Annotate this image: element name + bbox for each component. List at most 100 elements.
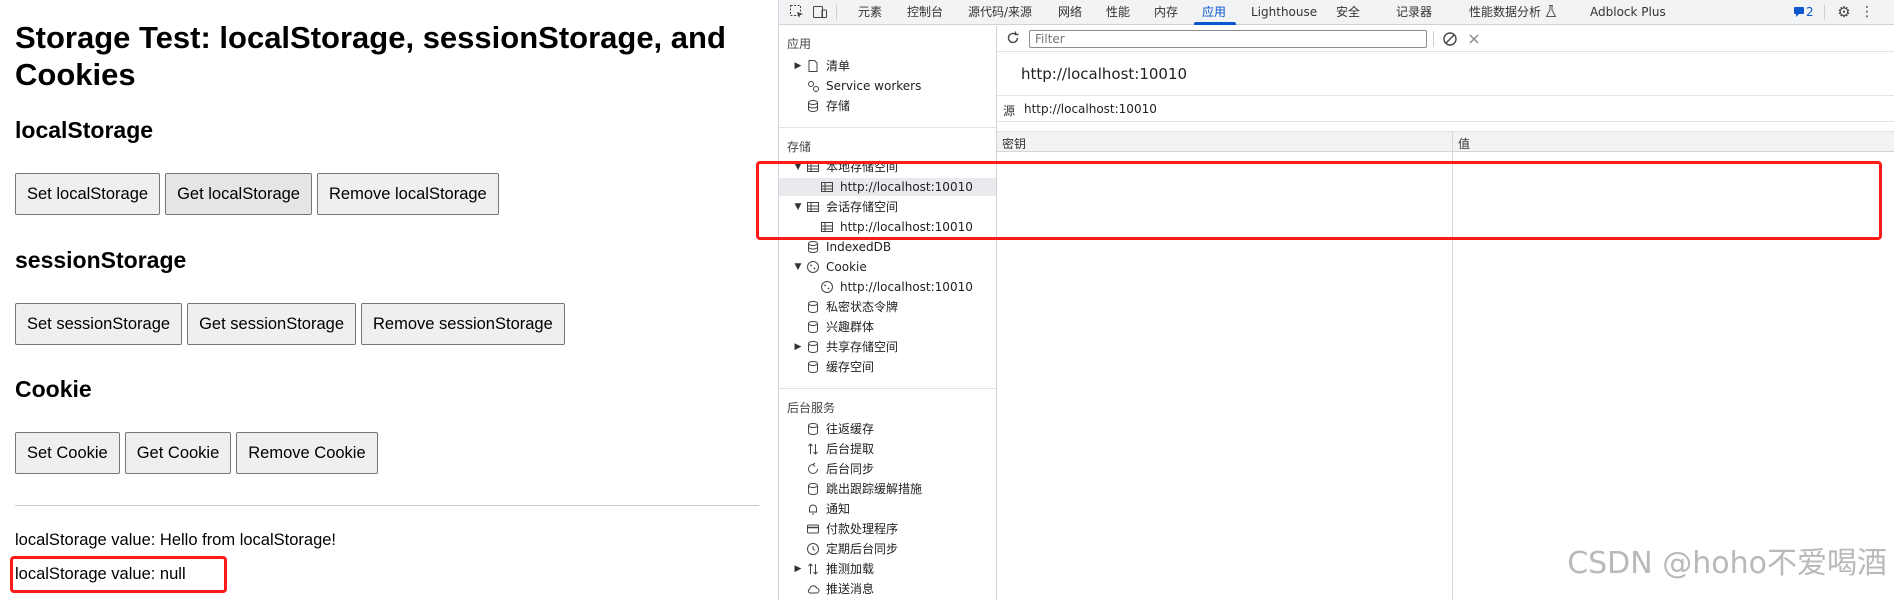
set-cookie-button[interactable]: Set Cookie [15, 432, 120, 474]
storage-main-panel: http://localhost:10010 源 http://localhos… [997, 26, 1894, 600]
active-tab-indicator [1194, 22, 1236, 25]
database-icon [808, 423, 818, 436]
up-down-arrows-icon [808, 563, 818, 575]
database-icon [808, 361, 818, 374]
database-icon [808, 241, 818, 254]
tab-lighthouse[interactable]: Lighthouse [1251, 0, 1317, 25]
section-divider [779, 127, 996, 128]
tab-adblock-plus[interactable]: Adblock Plus [1590, 0, 1666, 25]
flask-icon [1543, 4, 1559, 20]
test-page: Storage Test: localStorage, sessionStora… [0, 0, 778, 600]
refresh-icon[interactable] [1005, 30, 1021, 46]
origin-row: 源 http://localhost:10010 [997, 96, 1894, 122]
highlight-box [10, 556, 227, 593]
column-header-value[interactable]: 值 [1458, 135, 1470, 152]
toolbar-separator [836, 5, 837, 20]
highlight-box [756, 161, 1882, 240]
expand-arrow-icon[interactable]: ▶ [793, 560, 803, 578]
bell-icon [809, 504, 817, 515]
cookie-icon [807, 261, 819, 273]
gear-icon[interactable]: ⚙ [1836, 4, 1852, 20]
cookie-icon [821, 281, 833, 293]
tab-performance-insights[interactable]: 性能数据分析 [1469, 0, 1541, 25]
set-sessionstorage-button[interactable]: Set sessionStorage [15, 303, 183, 345]
database-icon [808, 483, 818, 496]
localstorage-buttons: Set localStorage Get localStorage Remove… [15, 173, 499, 215]
more-options-icon[interactable]: ⋮ [1859, 4, 1875, 20]
filter-input[interactable] [1029, 30, 1427, 48]
get-sessionstorage-button[interactable]: Get sessionStorage [187, 303, 357, 345]
tab-recorder[interactable]: 记录器 [1396, 0, 1432, 25]
divider [15, 505, 759, 506]
set-localstorage-button[interactable]: Set localStorage [15, 173, 161, 215]
sidebar-item-shared-storage[interactable]: ▶ 共享存储空间 [779, 338, 996, 356]
tab-performance[interactable]: 性能 [1106, 0, 1130, 25]
cookie-heading: Cookie [15, 376, 92, 402]
origin-value: http://localhost:10010 [1024, 102, 1157, 116]
issues-count[interactable]: 2 [1806, 0, 1814, 25]
toolbar-separator [1433, 31, 1434, 47]
cloud-icon [807, 585, 820, 594]
remove-sessionstorage-button[interactable]: Remove sessionStorage [361, 303, 565, 345]
watermark: CSDN @hoho不爱喝酒 [1567, 546, 1887, 581]
output-line: localStorage value: Hello from localStor… [15, 531, 337, 549]
sidebar-item-cookie-origin[interactable]: http://localhost:10010 [779, 278, 996, 296]
column-header-key[interactable]: 密钥 [1002, 135, 1026, 152]
devtools-toolbar: 元素 控制台 源代码/来源 网络 性能 内存 应用 Lighthouse 安全 … [779, 0, 1894, 25]
clear-all-icon[interactable] [1442, 31, 1458, 47]
issues-icon[interactable] [1791, 4, 1807, 20]
page-title: Storage Test: localStorage, sessionStora… [15, 20, 726, 92]
sidebar-item-cache-storage[interactable]: 缓存空间 [779, 358, 996, 376]
tab-elements[interactable]: 元素 [858, 0, 882, 25]
expand-arrow-icon[interactable]: ▶ [793, 57, 803, 75]
sidebar-item-payment-handler[interactable]: 付款处理程序 [779, 520, 996, 538]
gears-icon [808, 81, 819, 92]
sidebar-item-manifest[interactable]: ▶ 清单 [779, 57, 996, 75]
tab-console[interactable]: 控制台 [907, 0, 943, 25]
tab-memory[interactable]: 内存 [1154, 0, 1178, 25]
remove-cookie-button[interactable]: Remove Cookie [236, 432, 378, 474]
up-down-arrows-icon [808, 443, 818, 455]
cookie-buttons: Set Cookie Get Cookie Remove Cookie [15, 432, 378, 474]
tab-sources[interactable]: 源代码/来源 [968, 0, 1032, 25]
device-toolbar-icon[interactable] [812, 4, 828, 20]
sync-icon [808, 462, 818, 474]
toolbar-separator [1824, 5, 1825, 20]
expand-arrow-icon[interactable]: ▶ [793, 338, 803, 356]
sidebar-item-service-workers[interactable]: Service workers [779, 77, 996, 95]
origin-header: http://localhost:10010 [997, 52, 1894, 96]
credit-card-icon [807, 524, 819, 534]
section-title-background-services: 后台服务 [787, 401, 836, 415]
origin-label: 源 [1003, 104, 1016, 118]
get-cookie-button[interactable]: Get Cookie [124, 432, 232, 474]
localstorage-heading: localStorage [15, 117, 154, 143]
sidebar-item-indexeddb[interactable]: IndexedDB [779, 238, 996, 256]
sidebar-item-push-messaging[interactable]: 推送消息 [779, 580, 996, 598]
sidebar-item-storage-overview[interactable]: 存储 [779, 97, 996, 115]
application-sidebar: 应用 ▶ 清单 Service workers 存储 存储 ▼ 本地存储空间 h… [779, 26, 997, 600]
sidebar-item-periodic-background-sync[interactable]: 定期后台同步 [779, 540, 996, 558]
database-icon [808, 301, 818, 314]
section-title-application: 应用 [787, 37, 812, 51]
file-icon [808, 60, 818, 72]
sidebar-item-interest-groups[interactable]: 兴趣群体 [779, 318, 996, 336]
delete-selected-icon[interactable] [1466, 31, 1482, 47]
filter-bar [997, 26, 1894, 52]
sessionstorage-buttons: Set sessionStorage Get sessionStorage Re… [15, 303, 565, 345]
database-icon [808, 100, 818, 113]
sidebar-item-back-forward-cache[interactable]: 往返缓存 [779, 420, 996, 438]
tab-network[interactable]: 网络 [1058, 0, 1082, 25]
sidebar-item-background-sync[interactable]: 后台同步 [779, 460, 996, 478]
inspect-element-icon[interactable] [789, 4, 805, 20]
get-localstorage-button[interactable]: Get localStorage [165, 173, 312, 215]
collapse-arrow-icon[interactable]: ▼ [793, 258, 803, 276]
tab-security[interactable]: 安全 [1336, 0, 1360, 25]
sidebar-item-speculative-loads[interactable]: ▶ 推测加载 [779, 560, 996, 578]
database-icon [808, 321, 818, 334]
sidebar-item-notifications[interactable]: 通知 [779, 500, 996, 518]
sidebar-item-bounce-tracking[interactable]: 跳出跟踪缓解措施 [779, 480, 996, 498]
sidebar-item-private-state-tokens[interactable]: 私密状态令牌 [779, 298, 996, 316]
remove-localstorage-button[interactable]: Remove localStorage [316, 173, 499, 215]
sidebar-item-cookies[interactable]: ▼ Cookie [779, 258, 996, 276]
sidebar-item-background-fetch[interactable]: 后台提取 [779, 440, 996, 458]
